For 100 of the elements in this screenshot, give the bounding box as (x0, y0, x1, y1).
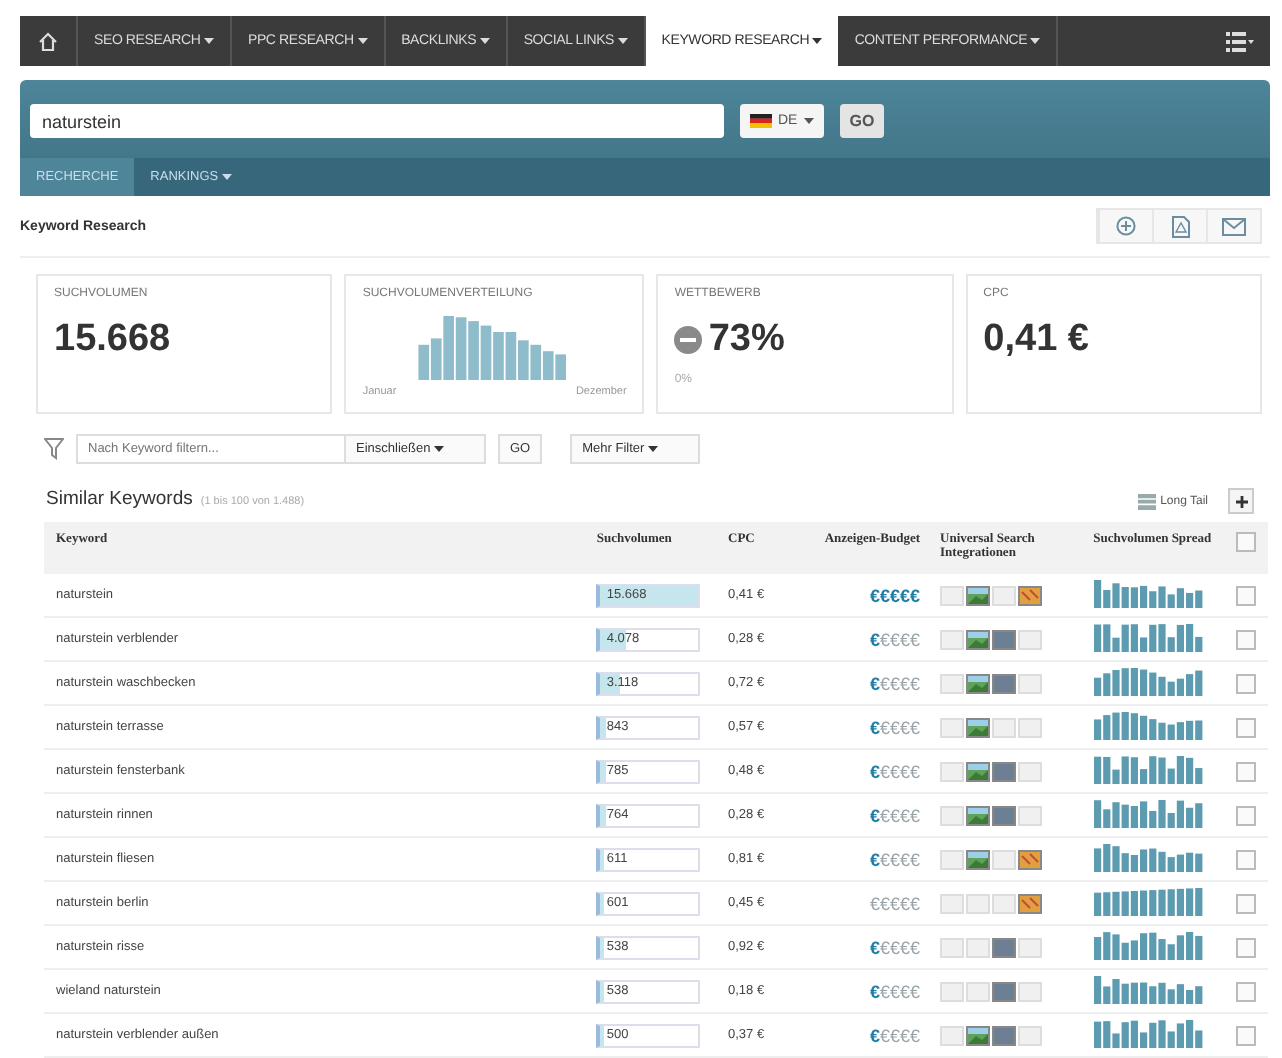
row-checkbox[interactable] (1236, 1025, 1257, 1045)
euro-sign: € (869, 981, 880, 1001)
euro-sign: € (869, 1025, 880, 1045)
add-icon[interactable] (1228, 488, 1254, 514)
euro-sign: € (910, 761, 921, 781)
euro-sign: € (879, 849, 890, 869)
euro-sign: € (899, 937, 910, 957)
euro-sign: € (879, 937, 890, 957)
euro-sign: € (899, 585, 910, 605)
mail-icon[interactable] (1206, 210, 1260, 242)
euro-sign: € (869, 849, 880, 869)
volume-spread-sparkline (1093, 975, 1206, 1003)
euro-sign: € (869, 717, 880, 737)
euro-sign: € (879, 981, 890, 1001)
row-checkbox[interactable] (1236, 849, 1257, 869)
row-checkbox[interactable] (1236, 761, 1257, 781)
euro-sign: € (879, 673, 890, 693)
volume-spread-sparkline (1093, 1019, 1206, 1047)
row-checkbox[interactable] (1236, 585, 1257, 605)
euro-sign: € (879, 1025, 890, 1045)
euro-sign: € (910, 937, 921, 957)
euro-sign: € (899, 893, 910, 913)
volume-spread-sparkline (1093, 711, 1206, 739)
euro-sign: € (869, 805, 880, 825)
euro-sign: € (910, 629, 921, 649)
row-checkbox[interactable] (1236, 981, 1257, 1001)
volume-spread-sparkline (1093, 843, 1206, 871)
filter-icon (44, 438, 64, 460)
euro-sign: € (879, 893, 890, 913)
euro-sign: € (869, 761, 880, 781)
euro-sign: € (899, 849, 910, 869)
metric-value: 15.668 (54, 318, 173, 362)
metric-value: 73% (708, 318, 785, 362)
euro-sign: € (889, 629, 900, 649)
minus-circle-icon (674, 326, 703, 354)
caret-icon (479, 37, 490, 44)
volume-spread-sparkline (1093, 887, 1206, 915)
caret-icon (203, 37, 214, 44)
euro-sign: € (869, 585, 880, 605)
euro-sign: € (889, 893, 900, 913)
euro-sign: € (910, 981, 921, 1001)
euro-sign: € (910, 893, 921, 913)
volume-spread-sparkline (1093, 579, 1206, 607)
euro-sign: € (910, 1025, 921, 1045)
caret-icon (357, 37, 368, 44)
euro-sign: € (899, 673, 910, 693)
euro-sign: € (879, 761, 890, 781)
row-checkbox[interactable] (1236, 805, 1257, 825)
volume-spread-sparkline (1093, 931, 1206, 959)
euro-sign: € (869, 893, 880, 913)
euro-sign: € (889, 849, 900, 869)
caret-icon (812, 37, 823, 44)
volume-spread-sparkline (1093, 623, 1206, 651)
caret-icon (434, 445, 445, 452)
volume-spread-sparkline (1093, 799, 1206, 827)
euro-sign: € (910, 673, 921, 693)
euro-sign: € (889, 805, 900, 825)
euro-sign: € (899, 629, 910, 649)
row-checkbox[interactable] (1236, 717, 1257, 737)
euro-sign: € (879, 805, 890, 825)
volume-spread-sparkline (1093, 667, 1206, 695)
euro-sign: € (899, 981, 910, 1001)
euro-sign: € (910, 805, 921, 825)
flag-icon (750, 114, 772, 128)
go-button[interactable]: GO (839, 104, 885, 138)
metric-value: 0,41 € (983, 318, 1091, 362)
pdf-icon[interactable] (1152, 210, 1206, 242)
euro-sign: € (869, 673, 880, 693)
euro-sign: € (879, 629, 890, 649)
euro-sign: € (899, 1025, 910, 1045)
euro-sign: € (889, 673, 900, 693)
caret-icon (648, 445, 658, 452)
euro-sign: € (889, 761, 900, 781)
row-checkbox[interactable] (1236, 673, 1257, 693)
euro-sign: € (889, 585, 900, 605)
euro-sign: € (869, 629, 880, 649)
row-checkbox[interactable] (1236, 893, 1257, 913)
euro-sign: € (889, 717, 900, 737)
caret-icon (803, 118, 814, 124)
euro-sign: € (899, 761, 910, 781)
keyword-input[interactable]: naturstein (30, 104, 724, 138)
select-all-checkbox[interactable] (1236, 532, 1257, 552)
euro-sign: € (889, 937, 900, 957)
row-checkbox[interactable] (1236, 629, 1257, 649)
euro-sign: € (889, 1025, 900, 1045)
euro-sign: € (910, 849, 921, 869)
table-icon (1138, 493, 1157, 509)
euro-sign: € (879, 585, 890, 605)
euro-sign: € (899, 805, 910, 825)
euro-sign: € (869, 937, 880, 957)
table-title: Similar Keywords (46, 488, 193, 510)
euro-sign: € (879, 717, 890, 737)
euro-sign: € (889, 981, 900, 1001)
euro-sign: € (899, 717, 910, 737)
euro-sign: € (910, 585, 921, 605)
euro-sign: € (910, 717, 921, 737)
caret-icon (617, 37, 628, 44)
caret-icon (1030, 37, 1041, 44)
row-checkbox[interactable] (1236, 937, 1257, 957)
volume-spread-sparkline (1093, 755, 1206, 783)
